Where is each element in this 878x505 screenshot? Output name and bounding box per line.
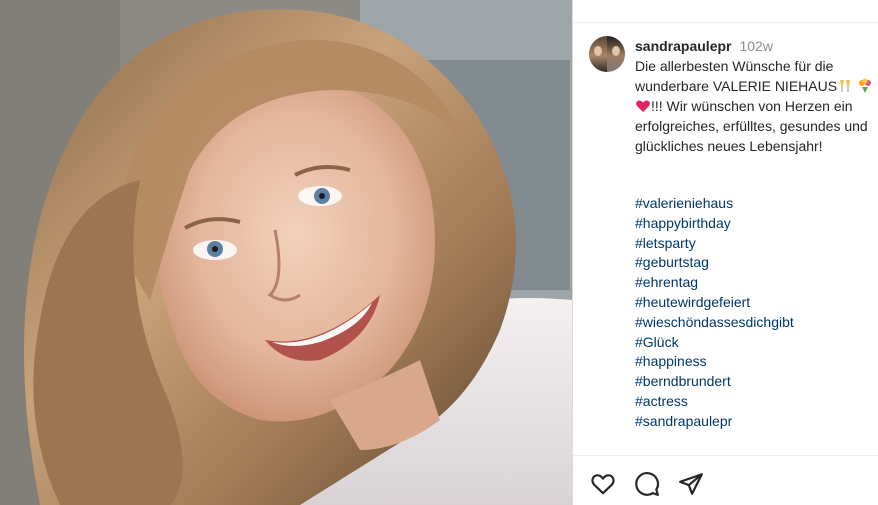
caption-line-3: !!! Wir wünschen von Herzen ein [651, 98, 853, 114]
hashtag-link[interactable]: #wieschöndassesdichgibt [635, 313, 878, 333]
post-timestamp[interactable]: 102w [739, 36, 772, 56]
username-link[interactable]: sandrapaulepr [635, 36, 731, 56]
action-bar [573, 455, 878, 505]
red-heart-icon [636, 100, 650, 112]
panel-top-divider [573, 0, 878, 23]
caption-line-2: wunderbare VALERIE NIEHAUS [635, 78, 838, 94]
like-button[interactable] [590, 471, 616, 497]
portrait-image [0, 0, 572, 505]
hashtag-list: #valerieniehaus #happybirthday #letspart… [635, 194, 878, 432]
caption-line-5: glückliches neues Lebensjahr! [635, 138, 823, 154]
hashtag-link[interactable]: #sandrapaulepr [635, 412, 878, 432]
hashtag-link[interactable]: #happybirthday [635, 214, 878, 234]
hashtag-link[interactable]: #actress [635, 392, 878, 412]
hashtag-link[interactable]: #valerieniehaus [635, 194, 878, 214]
hashtag-link[interactable]: #heutewirdgefeiert [635, 293, 878, 313]
hashtag-link[interactable]: #geburtstag [635, 253, 878, 273]
hashtag-link[interactable]: #letsparty [635, 234, 878, 254]
hashtag-link[interactable]: #Glück [635, 333, 878, 353]
paper-plane-icon [679, 473, 703, 495]
clinking-glasses-icon [840, 80, 851, 92]
bouquet-icon [858, 78, 871, 93]
comment-bubble-icon [635, 472, 660, 496]
hashtag-link[interactable]: #ehrentag [635, 273, 878, 293]
heart-outline-icon [591, 474, 615, 495]
hashtag-link[interactable]: #berndbrundert [635, 372, 878, 392]
caption-text: Die allerbesten Wünsche für die wunderba… [635, 56, 878, 156]
avatar[interactable] [589, 36, 625, 72]
share-button[interactable] [678, 471, 704, 497]
caption-line-4: erfolgreiches, erfülltes, gesundes und [635, 118, 868, 134]
post-side-panel: sandrapaulepr 102w Die allerbesten Wünsc… [572, 0, 878, 505]
comment-button[interactable] [634, 471, 660, 497]
post-photo[interactable] [0, 0, 572, 505]
hashtag-link[interactable]: #happiness [635, 352, 878, 372]
caption-line-1: Die allerbesten Wünsche für die [635, 58, 834, 74]
comment-body: sandrapaulepr 102w Die allerbesten Wünsc… [635, 36, 878, 432]
